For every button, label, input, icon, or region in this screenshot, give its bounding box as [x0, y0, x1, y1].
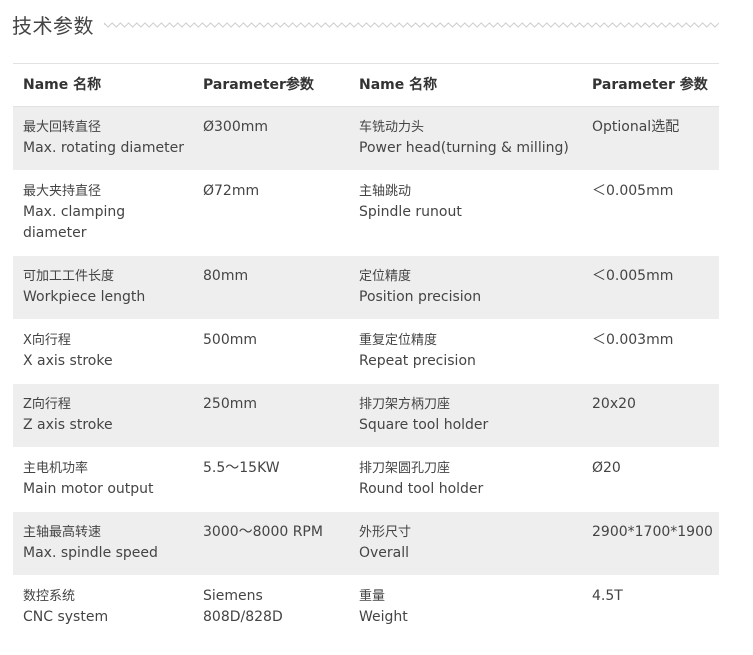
- param-name-cell: 主电机功率 Main motor output: [13, 447, 193, 512]
- param-value: ＜0.005mm: [592, 183, 674, 199]
- param-value-cell: 20x20: [582, 383, 719, 448]
- param-value: 2900*1700*1900: [592, 524, 713, 540]
- param-name-en: Round tool holder: [359, 481, 484, 497]
- param-name-cn: X向行程: [23, 333, 71, 348]
- param-name-en: Max. spindle speed: [23, 545, 158, 561]
- param-name-cn: 最大夹持直径: [23, 184, 102, 199]
- header-name-2: Name 名称: [349, 63, 582, 107]
- param-value-cell: 3000～8000 RPM: [193, 511, 349, 576]
- param-name-cell: 车铣动力头 Power head(turning & milling): [349, 106, 582, 171]
- section-title: 技术参数: [12, 13, 94, 38]
- param-name-en: Weight: [359, 609, 408, 625]
- param-value: 80mm: [203, 268, 249, 284]
- param-name-cn: 外形尺寸: [359, 525, 412, 540]
- param-name-en: Square tool holder: [359, 417, 489, 433]
- param-name-en: Overall: [359, 545, 410, 561]
- param-value-cell: Siemens 808D/828D: [193, 575, 349, 640]
- param-name-cell: 最大回转直径 Max. rotating diameter: [13, 106, 193, 171]
- param-name-cn: 主轴最高转速: [23, 525, 102, 540]
- param-name-cell: 主轴跳动 Spindle runout: [349, 170, 582, 256]
- param-name-en: X axis stroke: [23, 353, 113, 369]
- param-value: Siemens 808D/828D: [203, 588, 283, 625]
- table-row: X向行程 X axis stroke 500mm 重复定位精度 Repeat preci…: [13, 319, 719, 384]
- param-value-cell: 2900*1700*1900: [582, 511, 719, 576]
- param-value-cell: Ø72mm: [193, 170, 349, 256]
- table-row: 最大回转直径 Max. rotating diameter Ø300mm 车铣动力头 P…: [13, 106, 719, 171]
- param-name-cn: 最大回转直径: [23, 120, 102, 135]
- param-name-cn: 排刀架圆孔刀座: [359, 461, 451, 476]
- table-row: 可加工工件长度 Workpiece length 80mm 定位精度 Position …: [13, 255, 719, 320]
- param-value-cell: 80mm: [193, 255, 349, 320]
- param-value-cell: 4.5T: [582, 575, 719, 640]
- param-name-en: Max. clamping diameter: [23, 204, 126, 241]
- param-value-cell: Optional选配: [582, 106, 719, 171]
- param-name-cell: 排刀架方柄刀座 Square tool holder: [349, 383, 582, 448]
- header-parameter-1: Parameter参数: [193, 63, 349, 107]
- param-name-cell: 排刀架圆孔刀座 Round tool holder: [349, 447, 582, 512]
- table-row: 主电机功率 Main motor output 5.5～15KW 排刀架圆孔刀座 Rou…: [13, 447, 719, 512]
- header-name-1: Name 名称: [13, 63, 193, 107]
- param-name-cn: Z向行程: [23, 397, 71, 412]
- param-name-en: Z axis stroke: [23, 417, 113, 433]
- param-name-en: Spindle runout: [359, 204, 462, 220]
- param-name-cell: 定位精度 Position precision: [349, 255, 582, 320]
- param-name-cn: 可加工工件长度: [23, 269, 115, 284]
- param-name-cn: 主电机功率: [23, 461, 89, 476]
- param-value: Ø20: [592, 460, 621, 476]
- param-name-en: CNC system: [23, 609, 109, 625]
- table-row: Z向行程 Z axis stroke 250mm 排刀架方柄刀座 Square tool…: [13, 383, 719, 448]
- section-header: 技术参数: [12, 8, 719, 40]
- table-row: 主轴最高转速 Max. spindle speed 3000～8000 RPM 外形尺…: [13, 511, 719, 576]
- param-value: 5.5～15KW: [203, 460, 280, 476]
- param-value: 20x20: [592, 396, 636, 412]
- param-value: 4.5T: [592, 588, 623, 604]
- table-row: 最大夹持直径 Max. clamping diameter Ø72mm 主轴跳动 Spi…: [13, 170, 719, 256]
- param-name-cell: 重量 Weight: [349, 575, 582, 640]
- param-value: 250mm: [203, 396, 257, 412]
- param-name-cell: Z向行程 Z axis stroke: [13, 383, 193, 448]
- param-name-cn: 定位精度: [359, 269, 412, 284]
- wavy-divider: [104, 22, 719, 28]
- param-name-cn: 排刀架方柄刀座: [359, 397, 451, 412]
- param-value: 500mm: [203, 332, 257, 348]
- param-name-en: Position precision: [359, 289, 482, 305]
- table-header-row: Name 名称 Parameter参数 Name 名称 Parameter 参数: [13, 63, 719, 107]
- param-name-cell: 外形尺寸 Overall: [349, 511, 582, 576]
- param-value: ＜0.005mm: [592, 268, 674, 284]
- param-value: Ø300mm: [203, 119, 269, 135]
- param-name-en: Power head(turning & milling): [359, 140, 569, 156]
- param-name-en: Workpiece length: [23, 289, 146, 305]
- param-name-cn: 主轴跳动: [359, 184, 412, 199]
- param-name-en: Main motor output: [23, 481, 154, 497]
- param-value: 3000～8000 RPM: [203, 524, 323, 540]
- param-value-cell: 500mm: [193, 319, 349, 384]
- param-value: Optional选配: [592, 119, 680, 135]
- param-name-cell: 主轴最高转速 Max. spindle speed: [13, 511, 193, 576]
- param-value: ＜0.003mm: [592, 332, 674, 348]
- param-name-cn: 车铣动力头: [359, 120, 425, 135]
- param-name-cn: 数控系统: [23, 589, 76, 604]
- table-row: 数控系统 CNC system Siemens 808D/828D 重量 Weight 4…: [13, 575, 719, 640]
- param-value-cell: ＜0.003mm: [582, 319, 719, 384]
- param-name-cell: 可加工工件长度 Workpiece length: [13, 255, 193, 320]
- param-name-cn: 重量: [359, 589, 386, 604]
- param-value-cell: Ø300mm: [193, 106, 349, 171]
- param-name-en: Repeat precision: [359, 353, 476, 369]
- header-parameter-2: Parameter 参数: [582, 63, 719, 107]
- param-value-cell: ＜0.005mm: [582, 255, 719, 320]
- param-name-cell: X向行程 X axis stroke: [13, 319, 193, 384]
- spec-table: Name 名称 Parameter参数 Name 名称 Parameter 参数…: [13, 63, 719, 640]
- param-value-cell: ＜0.005mm: [582, 170, 719, 256]
- param-name-cell: 数控系统 CNC system: [13, 575, 193, 640]
- param-name-cell: 最大夹持直径 Max. clamping diameter: [13, 170, 193, 256]
- param-value-cell: 5.5～15KW: [193, 447, 349, 512]
- param-value: Ø72mm: [203, 183, 260, 199]
- param-name-cell: 重复定位精度 Repeat precision: [349, 319, 582, 384]
- param-value-cell: 250mm: [193, 383, 349, 448]
- param-value-cell: Ø20: [582, 447, 719, 512]
- param-name-cn: 重复定位精度: [359, 333, 438, 348]
- param-name-en: Max. rotating diameter: [23, 140, 184, 156]
